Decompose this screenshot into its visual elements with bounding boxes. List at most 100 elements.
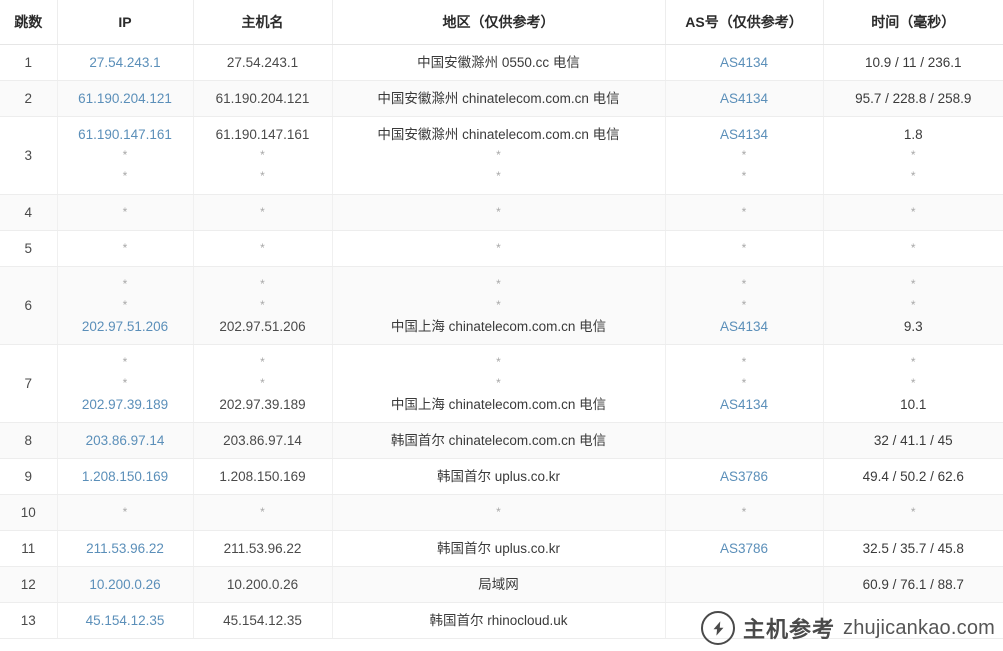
as-link[interactable]: AS4134 xyxy=(670,88,819,109)
no-response-marker: * xyxy=(496,298,501,312)
geo-value: 韩国首尔 chinatelecom.com.cn 电信 xyxy=(390,433,607,448)
no-response-marker: * xyxy=(260,277,265,291)
as-link[interactable]: AS4134 xyxy=(670,394,819,415)
table-row: 6 * * 202.97.51.206 * * 202.97.51.206 * * 中国上海 ch… xyxy=(0,266,1003,345)
geo-cell: 韩国首尔 uplus.co.kr xyxy=(332,458,666,495)
latency-value: 1.8 xyxy=(903,127,923,142)
latency-cell: 32 / 41.1 / 45 xyxy=(823,422,1003,459)
hop-number: 9 xyxy=(24,469,32,484)
no-response-marker: * xyxy=(910,505,916,519)
no-response-marker: * xyxy=(122,241,128,255)
hostname-value: 202.97.39.189 xyxy=(219,397,306,412)
ip-cell: * xyxy=(57,494,194,531)
table-header-row: 跳数 IP 主机名 地区（仅供参考） AS号（仅供参考） 时间（毫秒） xyxy=(0,0,1003,45)
hostname-value: 202.97.51.206 xyxy=(219,319,306,334)
table-row: 9 1.208.150.169 1.208.150.169 韩国首尔 uplus.co… xyxy=(0,458,1003,495)
geo-cell: 中国安徽滁州 chinatelecom.com.cn 电信 * * xyxy=(332,116,666,195)
brand-name-cn: 主机参考 xyxy=(743,617,836,642)
latency-cell: 60.9 / 76.1 / 88.7 xyxy=(823,566,1003,603)
latency-cell: * xyxy=(823,230,1003,267)
latency-value: 10.9 / 11 / 236.1 xyxy=(864,55,962,70)
ip-link[interactable]: 27.54.243.1 xyxy=(62,52,189,73)
latency-cell: 32.5 / 35.7 / 45.8 xyxy=(823,530,1003,567)
no-response-marker: * xyxy=(122,376,128,390)
hostname-value: 27.54.243.1 xyxy=(226,55,299,70)
hostname-cell: * xyxy=(193,494,333,531)
no-response-marker: * xyxy=(496,169,501,183)
as-cell: AS3786 xyxy=(665,458,824,495)
lightning-circle-icon xyxy=(701,611,736,645)
as-link[interactable]: AS3786 xyxy=(670,466,819,487)
as-cell: AS3786 xyxy=(665,530,824,567)
no-response-marker: * xyxy=(496,241,501,255)
as-link[interactable]: AS3786 xyxy=(670,538,819,559)
no-response-marker: * xyxy=(260,298,265,312)
table-row: 3 61.190.147.161 * * 61.190.147.161 * * 中国安徽滁州 … xyxy=(0,116,1003,195)
hostname-cell: * xyxy=(193,194,333,231)
column-header-geo: 地区（仅供参考） xyxy=(332,0,666,45)
hop-number-cell: 4 xyxy=(0,194,58,231)
column-header-hop: 跳数 xyxy=(0,0,58,45)
ip-link[interactable]: 1.208.150.169 xyxy=(62,466,189,487)
table-row: 5 * * * * * xyxy=(0,230,1003,267)
no-response-marker: * xyxy=(122,205,128,219)
traceroute-table: 跳数 IP 主机名 地区（仅供参考） AS号（仅供参考） 时间（毫秒） 1 27.… xyxy=(0,0,1003,639)
as-link[interactable]: AS4134 xyxy=(670,52,819,73)
as-cell: * * AS4134 xyxy=(665,266,824,345)
no-response-marker: * xyxy=(910,277,916,291)
hop-number: 5 xyxy=(24,241,32,256)
latency-cell: 1.8 * * xyxy=(823,116,1003,195)
no-response-marker: * xyxy=(260,505,265,519)
latency-value: 32 / 41.1 / 45 xyxy=(873,433,953,448)
geo-value: 韩国首尔 uplus.co.kr xyxy=(436,469,561,484)
ip-link[interactable]: 211.53.96.22 xyxy=(62,538,189,559)
no-response-marker: * xyxy=(910,205,916,219)
hostname-cell: 211.53.96.22 xyxy=(193,530,333,567)
hop-number-cell: 10 xyxy=(0,494,58,531)
as-cell xyxy=(665,422,824,459)
column-header-as: AS号（仅供参考） xyxy=(665,0,824,45)
no-response-marker: * xyxy=(741,277,747,291)
ip-cell: 1.208.150.169 xyxy=(57,458,194,495)
as-cell: * xyxy=(665,194,824,231)
geo-value: 中国安徽滁州 chinatelecom.com.cn 电信 xyxy=(377,127,620,142)
hop-number-cell: 8 xyxy=(0,422,58,459)
hostname-value: 61.190.147.161 xyxy=(215,127,310,142)
ip-cell: 61.190.147.161 * * xyxy=(57,116,194,195)
no-response-marker: * xyxy=(741,505,747,519)
latency-value: 60.9 / 76.1 / 88.7 xyxy=(862,577,964,592)
ip-link[interactable]: 61.190.147.161 xyxy=(62,124,189,145)
ip-link[interactable]: 10.200.0.26 xyxy=(62,574,189,595)
ip-link[interactable]: 61.190.204.121 xyxy=(62,88,189,109)
ip-link[interactable]: 45.154.12.35 xyxy=(62,610,189,631)
hop-number: 8 xyxy=(24,433,32,448)
no-response-marker: * xyxy=(260,355,265,369)
as-link[interactable] xyxy=(670,574,819,595)
hop-number-cell: 9 xyxy=(0,458,58,495)
no-response-marker: * xyxy=(741,241,747,255)
as-link[interactable] xyxy=(670,430,819,451)
no-response-marker: * xyxy=(910,241,916,255)
latency-value: 10.1 xyxy=(900,397,927,412)
hop-number: 1 xyxy=(24,55,32,70)
hop-number-cell: 3 xyxy=(0,116,58,195)
as-link[interactable]: AS4134 xyxy=(670,316,819,337)
ip-link[interactable]: 202.97.39.189 xyxy=(62,394,189,415)
hop-number: 4 xyxy=(24,205,32,220)
as-cell: * xyxy=(665,494,824,531)
hop-number: 2 xyxy=(24,91,32,106)
ip-link[interactable]: 202.97.51.206 xyxy=(62,316,189,337)
latency-value: 9.3 xyxy=(903,319,923,334)
column-header-ip: IP xyxy=(57,0,194,45)
hop-number-cell: 11 xyxy=(0,530,58,567)
geo-cell: 中国安徽滁州 chinatelecom.com.cn 电信 xyxy=(332,80,666,117)
as-cell: AS4134 * * xyxy=(665,116,824,195)
no-response-marker: * xyxy=(741,205,747,219)
no-response-marker: * xyxy=(496,205,501,219)
table-row: 7 * * 202.97.39.189 * * 202.97.39.189 * * 中国上海 ch… xyxy=(0,344,1003,423)
geo-value: 中国安徽滁州 chinatelecom.com.cn 电信 xyxy=(377,91,620,106)
geo-cell: * * 中国上海 chinatelecom.com.cn 电信 xyxy=(332,266,666,345)
ip-link[interactable]: 203.86.97.14 xyxy=(62,430,189,451)
as-link[interactable]: AS4134 xyxy=(670,124,819,145)
no-response-marker: * xyxy=(122,169,128,183)
